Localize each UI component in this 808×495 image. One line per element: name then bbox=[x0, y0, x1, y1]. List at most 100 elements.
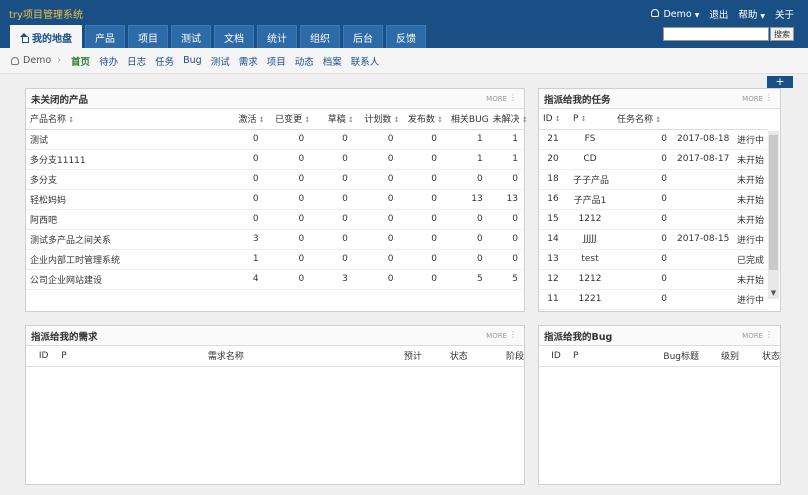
tab-doc[interactable]: 文档 bbox=[214, 25, 254, 48]
column-header[interactable]: P bbox=[569, 346, 599, 367]
table-cell[interactable]: 11 bbox=[539, 289, 569, 310]
subnav-todo[interactable]: 待办 bbox=[99, 54, 118, 68]
table-cell[interactable]: 公司企业网站建设 bbox=[26, 269, 224, 290]
table-cell[interactable]: 12 bbox=[539, 269, 569, 290]
help-dropdown[interactable]: 帮助 ▼ bbox=[738, 7, 765, 21]
column-header[interactable]: 草稿 bbox=[310, 109, 354, 130]
column-header[interactable]: 未解决 bbox=[488, 109, 524, 130]
table-cell[interactable]: 15 bbox=[539, 209, 569, 230]
table-cell: 0 bbox=[264, 189, 311, 210]
product-row[interactable]: 测试 0 0 0 0 0 1 1 bbox=[26, 129, 524, 150]
tab-product[interactable]: 产品 bbox=[85, 25, 125, 48]
logout-link[interactable]: 退出 bbox=[709, 7, 728, 21]
scroll-thumb[interactable] bbox=[769, 135, 778, 270]
tab-test[interactable]: 测试 bbox=[171, 25, 211, 48]
column-header[interactable]: ID bbox=[539, 346, 569, 367]
table-cell[interactable]: 20 bbox=[539, 149, 569, 170]
task-row[interactable]: 12 1212 0 未开始 bbox=[539, 269, 767, 290]
task-row[interactable]: 11 1221 0 进行中 bbox=[539, 289, 767, 310]
table-cell[interactable]: 阿西吧 bbox=[26, 209, 224, 230]
column-header[interactable]: 预计 bbox=[359, 346, 422, 367]
task-row[interactable]: 14 JJJJJ 0 2017-08-15 进行中 bbox=[539, 229, 767, 250]
more-options-icon[interactable]: ⋮ bbox=[509, 93, 517, 102]
table-cell[interactable]: 18 bbox=[539, 169, 569, 190]
product-row[interactable]: 阿西吧 0 0 0 0 0 0 0 bbox=[26, 209, 524, 230]
more-link[interactable]: MORE bbox=[742, 332, 763, 340]
task-row[interactable]: 16 子产品1 0 未开始 bbox=[539, 189, 767, 210]
column-header[interactable]: 计划数 bbox=[353, 109, 400, 130]
more-link[interactable]: MORE bbox=[486, 332, 507, 340]
column-header[interactable]: 已变更 bbox=[264, 109, 311, 130]
column-header[interactable] bbox=[673, 109, 733, 130]
tab-report[interactable]: 统计 bbox=[257, 25, 297, 48]
column-header[interactable]: 发布数 bbox=[399, 109, 444, 130]
subnav-contacts[interactable]: 联系人 bbox=[351, 54, 380, 68]
app-title[interactable]: try项目管理系统 bbox=[9, 6, 83, 21]
product-row[interactable]: 轻松妈妈 0 0 0 0 0 13 13 bbox=[26, 189, 524, 210]
table-cell[interactable]: 多分支 bbox=[26, 169, 224, 190]
column-header[interactable]: 状态 bbox=[421, 346, 468, 367]
tab-project[interactable]: 项目 bbox=[128, 25, 168, 48]
column-header[interactable]: P bbox=[57, 346, 89, 367]
table-cell[interactable]: 测试多产品之间关系 bbox=[26, 229, 224, 250]
product-row[interactable]: 多分支 0 0 0 0 0 0 0 bbox=[26, 169, 524, 190]
search-button[interactable]: 搜索 bbox=[770, 27, 794, 41]
tab-company[interactable]: 组织 bbox=[300, 25, 340, 48]
column-header[interactable]: 相关BUG bbox=[443, 109, 489, 130]
product-row[interactable]: 多分支11111 0 0 0 0 0 1 1 bbox=[26, 149, 524, 170]
product-row[interactable]: 公司企业网站建设 4 0 3 0 0 5 5 bbox=[26, 269, 524, 290]
add-block-button[interactable]: + bbox=[767, 76, 793, 88]
task-row[interactable]: 18 子子产品 0 未开始 bbox=[539, 169, 767, 190]
column-header[interactable]: Bug标题 bbox=[599, 346, 699, 367]
subnav-test[interactable]: 测试 bbox=[211, 54, 230, 68]
search-input[interactable] bbox=[663, 27, 769, 41]
task-row[interactable]: 21 FS 0 2017-08-18 进行中 bbox=[539, 129, 767, 150]
column-header[interactable]: ID bbox=[26, 346, 58, 367]
tab-feedback[interactable]: 反馈 bbox=[386, 25, 426, 48]
subnav-project[interactable]: 项目 bbox=[267, 54, 286, 68]
subnav-home[interactable]: 首页 bbox=[71, 54, 90, 68]
task-row[interactable]: 13 test 0 已完成 bbox=[539, 249, 767, 270]
tab-admin[interactable]: 后台 bbox=[343, 25, 383, 48]
column-header[interactable]: ID bbox=[539, 109, 569, 130]
subnav-task[interactable]: 任务 bbox=[155, 54, 174, 68]
column-header[interactable]: 任务名称 bbox=[613, 109, 673, 130]
subnav-profile[interactable]: 档案 bbox=[323, 54, 342, 68]
subnav-dynamic[interactable]: 动态 bbox=[295, 54, 314, 68]
product-row[interactable]: 测试多产品之间关系 3 0 0 0 0 0 0 bbox=[26, 229, 524, 250]
more-options-icon[interactable]: ⋮ bbox=[509, 330, 517, 339]
table-cell[interactable]: 21 bbox=[539, 129, 569, 150]
table-cell[interactable]: 16 bbox=[539, 189, 569, 210]
column-header[interactable]: 阶段 bbox=[467, 346, 524, 367]
subnav-log[interactable]: 日志 bbox=[127, 54, 146, 68]
more-link[interactable]: MORE bbox=[486, 95, 507, 103]
subnav-story[interactable]: 需求 bbox=[239, 54, 258, 68]
breadcrumb-user[interactable]: Demo bbox=[23, 55, 51, 66]
subnav-bug[interactable]: Bug bbox=[183, 55, 202, 66]
task-row[interactable]: 20 CD 0 2017-08-17 未开始 bbox=[539, 149, 767, 170]
table-cell[interactable]: 14 bbox=[539, 229, 569, 250]
column-header[interactable]: 状态 bbox=[739, 346, 780, 367]
column-header[interactable]: 需求名称 bbox=[88, 346, 360, 367]
scrollbar[interactable]: ▼ bbox=[768, 131, 779, 299]
scroll-down-icon[interactable]: ▼ bbox=[769, 289, 778, 297]
table-cell[interactable]: 13 bbox=[539, 249, 569, 270]
more-link[interactable]: MORE bbox=[742, 95, 763, 103]
table-cell[interactable]: 多分支11111 bbox=[26, 149, 224, 170]
more-options-icon[interactable]: ⋮ bbox=[765, 330, 773, 339]
column-header[interactable]: P bbox=[569, 109, 613, 130]
column-header[interactable]: 产品名称 bbox=[26, 109, 224, 130]
column-header[interactable] bbox=[733, 109, 767, 130]
product-row[interactable]: 企业内部工时管理系统 1 0 0 0 0 0 0 bbox=[26, 249, 524, 270]
table-cell[interactable]: 轻松妈妈 bbox=[26, 189, 224, 210]
table-cell[interactable]: 测试 bbox=[26, 129, 224, 150]
table-cell bbox=[673, 169, 733, 190]
task-row[interactable]: 15 1212 0 未开始 bbox=[539, 209, 767, 230]
more-options-icon[interactable]: ⋮ bbox=[765, 93, 773, 102]
about-link[interactable]: 关于 bbox=[775, 7, 794, 21]
column-header[interactable]: 激活 bbox=[223, 109, 265, 130]
column-header[interactable]: 级别 bbox=[699, 346, 739, 367]
tab-my[interactable]: 我的地盘 bbox=[10, 25, 82, 48]
table-cell[interactable]: 企业内部工时管理系统 bbox=[26, 249, 224, 270]
user-dropdown[interactable]: Demo ▼ bbox=[651, 8, 699, 20]
